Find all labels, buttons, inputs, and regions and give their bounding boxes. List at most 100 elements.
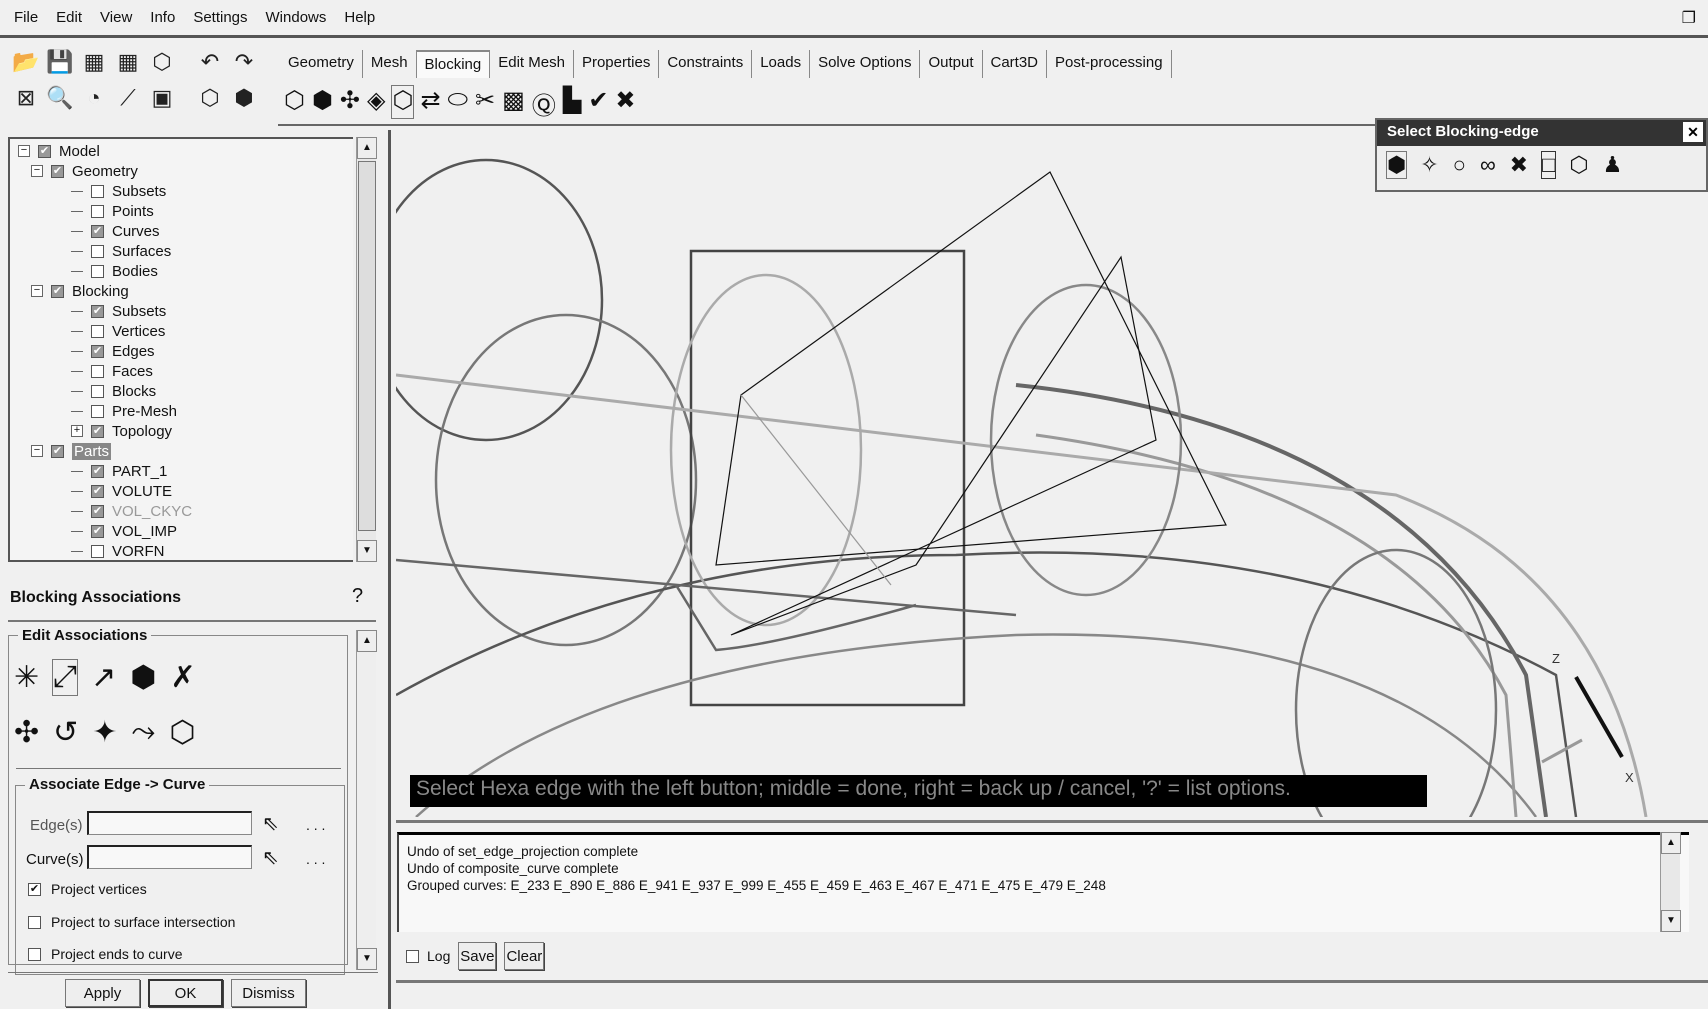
expand-icon[interactable]: + <box>71 425 83 437</box>
visibility-checkbox[interactable] <box>91 384 104 398</box>
visibility-checkbox[interactable] <box>91 544 104 558</box>
tree-item[interactable]: VORFN <box>71 541 165 561</box>
visibility-checkbox[interactable]: ✔ <box>91 484 104 498</box>
visibility-checkbox[interactable] <box>91 244 104 258</box>
visibility-checkbox[interactable]: ✔ <box>51 444 64 458</box>
visibility-checkbox[interactable]: ✔ <box>51 164 64 178</box>
transform-icon[interactable]: ⬭ <box>448 86 469 118</box>
checkbox[interactable] <box>28 915 41 929</box>
undo-icon[interactable]: ↶ <box>196 48 224 76</box>
refresh-icon[interactable]: ▣ <box>148 84 176 112</box>
scroll-up-button[interactable]: ▲ <box>357 137 377 159</box>
collapse-icon[interactable]: − <box>31 285 43 297</box>
select-by-part-icon[interactable]: ⬢ <box>1385 151 1408 179</box>
visibility-checkbox[interactable]: ✔ <box>91 464 104 478</box>
options-scrollbar[interactable]: ▲ ▼ <box>356 630 377 970</box>
tree-item[interactable]: ✔ Curves <box>71 221 160 241</box>
graphics-viewport[interactable]: Z X <box>396 135 1708 817</box>
close-icon[interactable]: ✕ <box>1683 122 1703 142</box>
message-scrollbar[interactable]: ▲ ▼ <box>1660 832 1681 932</box>
disassociate-icon[interactable]: ✗ <box>170 660 195 695</box>
log-checkbox[interactable] <box>406 949 419 963</box>
tree-item[interactable]: Bodies <box>71 261 158 281</box>
scroll-down-button[interactable]: ▼ <box>357 540 377 562</box>
tab-geometry[interactable]: Geometry <box>280 50 363 78</box>
associate-vertex-icon[interactable]: ✳ <box>14 660 39 695</box>
menu-view[interactable]: View <box>100 9 132 26</box>
menu-info[interactable]: Info <box>150 9 175 26</box>
tab-mesh[interactable]: Mesh <box>363 50 417 78</box>
select-polygon-icon[interactable]: ∞ <box>1480 152 1496 178</box>
tree-item[interactable]: Faces <box>71 361 153 381</box>
create-block-icon[interactable]: ⬡ <box>284 86 305 118</box>
menu-settings[interactable]: Settings <box>193 9 247 26</box>
tree-item[interactable]: − ✔ Parts <box>31 441 112 461</box>
collapse-icon[interactable]: − <box>31 445 43 457</box>
edge-more-button[interactable]: . . . <box>306 817 325 833</box>
select-all-visible-icon[interactable]: ✧ <box>1420 152 1438 178</box>
restore-window-icon[interactable]: ❐ <box>1682 8 1696 28</box>
visibility-checkbox[interactable] <box>91 324 104 338</box>
import-mesh-icon[interactable]: ▦ <box>114 48 142 76</box>
visibility-checkbox[interactable] <box>91 404 104 418</box>
merge-vertices-icon[interactable]: ✣ <box>340 86 360 118</box>
group-curves-icon[interactable]: ⤳ <box>131 715 155 750</box>
select-edge-icon[interactable]: ⇖ <box>262 811 279 836</box>
move-vertex-icon[interactable]: ⇄ <box>420 86 440 118</box>
tab-edit-mesh[interactable]: Edit Mesh <box>490 50 574 78</box>
collapse-icon[interactable]: − <box>31 165 43 177</box>
reset-association-icon[interactable]: ✣ <box>14 715 39 750</box>
ok-button[interactable]: OK <box>148 979 223 1007</box>
tree-item[interactable]: ✔ VOL_CKYC <box>71 501 192 521</box>
menu-help[interactable]: Help <box>344 9 375 26</box>
select-by-entity-icon[interactable]: ♟ <box>1603 152 1623 178</box>
checkbox[interactable] <box>28 947 41 961</box>
tree-item[interactable]: − ✔ Geometry <box>31 161 138 181</box>
visibility-checkbox[interactable]: ✔ <box>91 304 104 318</box>
zoom-icon[interactable]: 🔍 <box>46 84 74 112</box>
delete-block-icon[interactable]: ✖ <box>615 86 635 118</box>
save-log-button[interactable]: Save <box>458 942 497 970</box>
tree-item[interactable]: Vertices <box>71 321 165 341</box>
redo-icon[interactable]: ↷ <box>230 48 258 76</box>
visibility-checkbox[interactable]: ✔ <box>91 504 104 518</box>
select-by-subset-icon[interactable]: ⬡ <box>1569 152 1588 178</box>
tab-properties[interactable]: Properties <box>574 50 660 78</box>
scroll-up-button[interactable]: ▲ <box>1661 832 1681 854</box>
menu-edit[interactable]: Edit <box>56 9 82 26</box>
auto-associate-icon[interactable]: ⬡ <box>169 715 195 750</box>
update-association-icon[interactable]: ↺ <box>53 715 78 750</box>
snap-vertices-icon[interactable]: ✦ <box>92 715 117 750</box>
curve-more-button[interactable]: . . . <box>306 851 325 867</box>
scroll-up-button[interactable]: ▲ <box>357 630 377 652</box>
clear-log-button[interactable]: Clear <box>504 942 545 970</box>
visibility-checkbox[interactable]: ✔ <box>91 424 104 438</box>
tree-item[interactable]: ✔ Subsets <box>71 301 166 321</box>
quality-icon[interactable]: Ⓠ <box>532 86 556 120</box>
tree-scrollbar[interactable]: ▲ ▼ <box>356 137 377 562</box>
scroll-thumb[interactable] <box>358 161 376 531</box>
check-icon[interactable]: ✔ <box>588 86 608 118</box>
checkbox[interactable]: ✔ <box>28 882 41 896</box>
associate-edge-curve-icon[interactable]: ⤢ <box>52 659 79 696</box>
tab-cart3d[interactable]: Cart3D <box>983 50 1048 78</box>
visibility-checkbox[interactable] <box>91 204 104 218</box>
split-block-icon[interactable]: ⬢ <box>312 86 333 118</box>
tree-item[interactable]: Points <box>71 201 154 221</box>
visibility-checkbox[interactable]: ✔ <box>91 224 104 238</box>
tree-item[interactable]: ✔ PART_1 <box>71 461 167 481</box>
select-circle-icon[interactable]: ○ <box>1453 152 1466 178</box>
tab-solve-options[interactable]: Solve Options <box>810 50 921 78</box>
associate-face-icon[interactable]: ⬢ <box>130 660 156 695</box>
import-geometry-icon[interactable]: ▦ <box>80 48 108 76</box>
visibility-checkbox[interactable]: ✔ <box>91 524 104 538</box>
associate-icon[interactable]: ⬡ <box>391 85 415 119</box>
tree-item[interactable]: − ✔ Model <box>18 141 100 161</box>
tab-blocking[interactable]: Blocking <box>416 50 491 78</box>
lcs-icon[interactable]: ⟋ <box>114 84 142 112</box>
tab-post-processing[interactable]: Post-processing <box>1047 50 1172 78</box>
menu-file[interactable]: File <box>14 9 38 26</box>
edit-edge-icon[interactable]: ✂ <box>475 86 495 118</box>
measure-icon[interactable]: ◔ <box>80 84 108 112</box>
help-icon[interactable]: ? <box>352 585 363 608</box>
